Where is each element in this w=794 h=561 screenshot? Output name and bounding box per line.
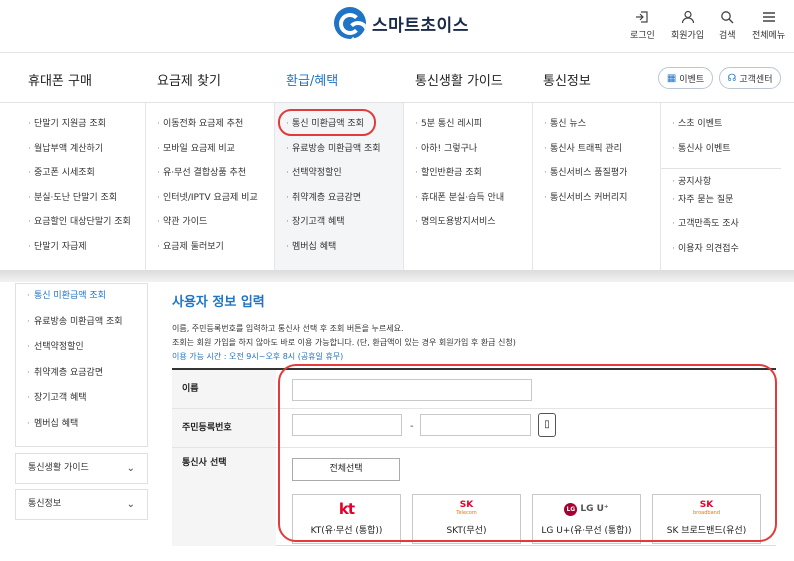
service-hours: 이용 가능 시간 : 오전 9시~오후 8시 (공휴일 휴무) xyxy=(172,352,344,361)
logo-mark-icon xyxy=(334,7,366,39)
mega-item[interactable]: · 공지사항 xyxy=(661,168,781,193)
gnb-life-guide[interactable]: 통신생활 가이드 xyxy=(415,70,503,89)
mega-item[interactable]: · 단말기 지원금 조회 xyxy=(17,117,145,142)
gnb-plan-finder[interactable]: 요금제 찾기 xyxy=(157,70,221,89)
mega-menu: · 단말기 지원금 조회 · 월납부액 계산하기 · 중고폰 시세조회 · 분실·도난 … xyxy=(0,102,794,271)
side-fold-label: 통신정보 xyxy=(28,499,62,509)
event-label: 이벤트 xyxy=(679,74,705,85)
mega-item[interactable]: · 이용자 의견접수 xyxy=(661,242,781,267)
chevron-down-icon: ⌄ xyxy=(126,463,135,474)
mega-item[interactable]: · 이동전화 요금제 추천 xyxy=(146,117,274,142)
mega-item[interactable]: · 월납부액 계산하기 xyxy=(17,142,145,167)
signup-label: 회원가입 xyxy=(671,31,705,41)
gnb-phone-purchase[interactable]: 휴대폰 구매 xyxy=(28,70,92,89)
site-header: 스마트초이스 로그인 회원가입 검색 전체메뉴 xyxy=(0,0,794,53)
mega-item[interactable]: · 유·무선 결합상품 추천 xyxy=(146,166,274,191)
side-item[interactable]: · 선택약정할인 xyxy=(16,335,147,361)
support-label: 고객센터 xyxy=(739,74,773,85)
search-label: 검색 xyxy=(719,31,736,41)
all-menu-label: 전체메뉴 xyxy=(752,31,786,41)
side-fold-life-guide[interactable]: 통신생활 가이드 ⌄ xyxy=(15,453,148,484)
search-icon xyxy=(720,10,734,25)
login-icon xyxy=(635,10,649,25)
mega-col-plan: · 이동전화 요금제 추천 · 모바일 요금제 비교 · 유·무선 결합상품 추천 ·… xyxy=(146,103,275,271)
support-button[interactable]: ☊ 고객센터 xyxy=(719,67,781,89)
mega-item[interactable]: · 취약계층 요금감면 xyxy=(275,191,403,216)
mega-item[interactable]: · 중고폰 시세조회 xyxy=(17,166,145,191)
side-item[interactable]: · 취약계층 요금감면 xyxy=(16,361,147,387)
instruction-text: 이름, 주민등록번호를 입력하고 통신사 선택 후 조회 버튼을 누르세요. xyxy=(172,324,404,333)
highlight-circle-menu xyxy=(278,109,376,136)
menu-icon xyxy=(762,10,776,25)
mega-item[interactable]: · 요금할인 대상단말기 조회 xyxy=(17,215,145,240)
mega-item[interactable]: · 요금제 둘러보기 xyxy=(146,240,274,265)
mega-item[interactable]: · 통신 뉴스 xyxy=(533,117,660,142)
mega-item[interactable]: · 통신서비스 커버리지 xyxy=(533,191,660,216)
mega-col-phone: · 단말기 지원금 조회 · 월납부액 계산하기 · 중고폰 시세조회 · 분실·도난 … xyxy=(17,103,146,271)
mega-item[interactable]: · 아하! 그렇구나 xyxy=(404,142,532,167)
mega-item[interactable]: · 멤버십 혜택 xyxy=(275,240,403,265)
mega-item[interactable]: · 휴대폰 분실·습득 안내 xyxy=(404,191,532,216)
login-label: 로그인 xyxy=(630,31,655,41)
all-menu-link[interactable]: 전체메뉴 xyxy=(752,10,785,41)
side-item[interactable]: · 장기고객 혜택 xyxy=(16,386,147,412)
ssn-label: 주민등록번호 xyxy=(172,409,276,447)
gnb-telecom-info[interactable]: 통신정보 xyxy=(543,70,591,89)
mega-item[interactable]: · 할인반환금 조회 xyxy=(404,166,532,191)
site-logo[interactable]: 스마트초이스 xyxy=(334,6,469,40)
highlight-circle-form xyxy=(278,364,777,542)
mega-item[interactable]: · 통신서비스 품질평가 xyxy=(533,166,660,191)
gnb-refund-benefit[interactable]: 환급/혜택 xyxy=(286,70,338,89)
chevron-down-icon: ⌄ xyxy=(126,499,135,510)
side-item[interactable]: · 유료방송 미환급액 조회 xyxy=(16,310,147,336)
mega-item[interactable]: · 통신사 트래픽 관리 xyxy=(533,142,660,167)
headset-icon: ☊ xyxy=(727,72,737,84)
login-link[interactable]: 로그인 xyxy=(630,10,655,41)
calendar-icon: ▦ xyxy=(666,72,677,84)
side-item-refund-lookup[interactable]: · 통신 미환급액 조회 xyxy=(16,284,147,310)
page-title: 사용자 정보 입력 xyxy=(172,295,265,310)
mega-item[interactable]: · 스초 이벤트 xyxy=(661,117,781,142)
mega-item[interactable]: · 유료방송 미환급액 조회 xyxy=(275,142,403,167)
mega-item[interactable]: · 모바일 요금제 비교 xyxy=(146,142,274,167)
instruction-text-2: 조회는 회원 가입을 하지 않아도 바로 이용 가능합니다. (단, 환급액이 … xyxy=(172,338,516,347)
mega-item[interactable]: · 단말기 자급제 xyxy=(17,240,145,265)
search-link[interactable]: 검색 xyxy=(719,10,736,41)
mega-col-info: · 통신 뉴스 · 통신사 트래픽 관리 · 통신서비스 품질평가 · 통신서비스 커버… xyxy=(533,103,661,271)
signup-link[interactable]: 회원가입 xyxy=(671,10,704,41)
mega-item[interactable]: · 명의도용방지서비스 xyxy=(404,215,532,240)
name-label: 이름 xyxy=(172,370,276,408)
dropdown-shadow xyxy=(0,270,794,282)
mega-item[interactable]: · 자주 묻는 질문 xyxy=(661,193,781,218)
logo-text: 스마트초이스 xyxy=(372,15,469,36)
side-fold-label: 통신생활 가이드 xyxy=(28,463,89,473)
mega-col-guide: · 5분 통신 레시피 · 아하! 그렇구나 · 할인반환금 조회 · 휴대폰 분실·습… xyxy=(404,103,533,271)
side-fold-telecom-info[interactable]: 통신정보 ⌄ xyxy=(15,489,148,520)
mega-item[interactable]: · 인터넷/IPTV 요금제 비교 xyxy=(146,191,274,216)
user-icon xyxy=(681,10,695,25)
event-button[interactable]: ▦ 이벤트 xyxy=(658,67,713,89)
mega-item[interactable]: · 5분 통신 레시피 xyxy=(404,117,532,142)
carrier-label: 통신사 선택 xyxy=(172,448,276,546)
mega-item[interactable]: · 고객만족도 조사 xyxy=(661,217,781,242)
mega-item[interactable]: · 분실·도난 단말기 조회 xyxy=(17,191,145,216)
side-item[interactable]: · 멤버십 혜택 xyxy=(16,412,147,438)
mega-item[interactable]: · 선택약정할인 xyxy=(275,166,403,191)
side-nav: · 통신 미환급액 조회 · 유료방송 미환급액 조회 · 선택약정할인 · 취약계층 … xyxy=(15,283,148,447)
mega-item[interactable]: · 장기고객 혜택 xyxy=(275,215,403,240)
mega-item[interactable]: · 통신사 이벤트 xyxy=(661,142,781,167)
mega-col-events: · 스초 이벤트 · 통신사 이벤트 · 공지사항 · 자주 묻는 질문 · 고객만족도 … xyxy=(661,103,781,271)
mega-item[interactable]: · 약관 가이드 xyxy=(146,215,274,240)
global-nav: 휴대폰 구매 요금제 찾기 환급/혜택 통신생활 가이드 통신정보 ▦ 이벤트 … xyxy=(0,54,794,102)
